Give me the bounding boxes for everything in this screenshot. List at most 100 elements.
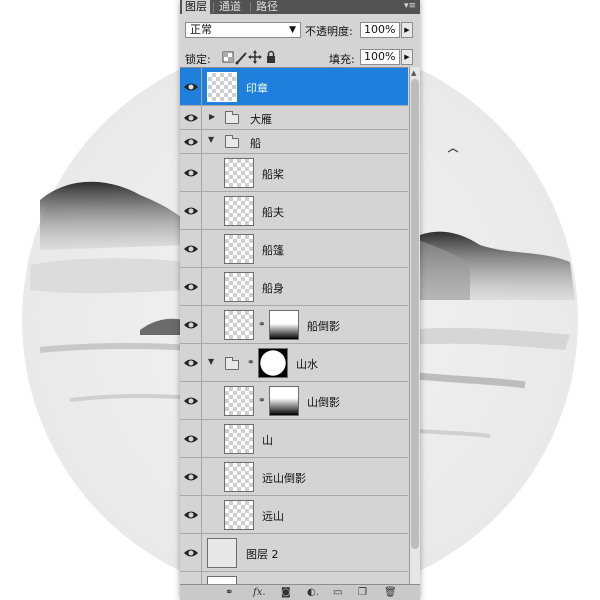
layer-name: 图层 2 <box>246 548 279 561</box>
layers-panel: 图层 通道 路径 ▾≡ 正常 ▼ 不透明度: 100% ▶ 锁定: 填充: 10… <box>180 0 420 600</box>
layer-thumbnail <box>224 424 254 454</box>
layer-row-canopy[interactable]: 船篷 <box>180 230 408 268</box>
eye-icon[interactable] <box>183 242 199 256</box>
layer-thumbnail <box>207 538 237 568</box>
lock-position-icon[interactable] <box>248 50 262 64</box>
layer-name: 山 <box>262 434 273 447</box>
fill-input[interactable]: 100% <box>360 49 400 65</box>
layer-row-boat-reflection[interactable]: ⚭ 船倒影 <box>180 306 408 344</box>
eye-icon[interactable] <box>183 135 199 149</box>
scroll-thumb[interactable] <box>411 79 419 549</box>
fill-label: 填充: <box>329 53 355 66</box>
layer-row-far-mountain[interactable]: 远山 <box>180 496 408 534</box>
mask-link-icon[interactable]: ⚭ <box>258 319 266 331</box>
folder-icon <box>225 111 239 124</box>
add-mask-icon[interactable]: ◙ <box>281 586 291 600</box>
layer-thumbnail <box>224 234 254 264</box>
eye-icon[interactable] <box>183 546 199 560</box>
lock-label: 锁定: <box>185 53 211 66</box>
mask-link-icon[interactable]: ⚭ <box>247 357 255 369</box>
eye-icon[interactable] <box>183 80 199 94</box>
mask-link-icon[interactable]: ⚭ <box>258 395 266 407</box>
eye-icon[interactable] <box>183 394 199 408</box>
collapse-triangle-icon[interactable]: ▼ <box>208 135 214 144</box>
group-name: 大雁 <box>250 113 272 126</box>
expand-triangle-icon[interactable]: ▶ <box>209 112 215 121</box>
layer-name: 远山倒影 <box>262 472 306 485</box>
new-group-icon[interactable]: ▭ <box>333 586 342 600</box>
layer-name: 船夫 <box>262 206 284 219</box>
layer-name: 船身 <box>262 282 284 295</box>
layer-thumbnail <box>224 272 254 302</box>
folder-icon <box>225 135 239 148</box>
opacity-input[interactable]: 100% <box>360 22 400 38</box>
scroll-up-arrow-icon[interactable]: ▲ <box>411 69 416 77</box>
tab-paths[interactable]: 路径 <box>253 0 281 14</box>
layer-group-geese[interactable]: ▶ 大雁 <box>180 106 408 130</box>
new-layer-icon[interactable]: ❐ <box>358 586 367 600</box>
opacity-slider-arrow-icon[interactable]: ▶ <box>401 22 413 38</box>
layer-thumbnail <box>207 72 237 102</box>
layer-row-oar[interactable]: 船桨 <box>180 154 408 192</box>
tab-separator <box>213 2 214 13</box>
layer-row-layer-2[interactable]: 图层 2 <box>180 534 408 572</box>
chevron-down-icon: ▼ <box>289 25 296 35</box>
panel-menu-icon[interactable]: ▾≡ <box>404 0 416 13</box>
layer-list: 印章 ▶ 大雁 ▼ 船 船桨 船夫 船篷 船身 ⚭ 船倒影 ▼ ⚭ 山水 ⚭ 山… <box>180 67 408 588</box>
layer-thumbnail <box>224 158 254 188</box>
folder-icon <box>225 357 239 370</box>
layer-row-boatman[interactable]: 船夫 <box>180 192 408 230</box>
panel-tab-bar: 图层 通道 路径 ▾≡ <box>180 0 420 14</box>
layer-group-landscape[interactable]: ▼ ⚭ 山水 <box>180 344 408 382</box>
group-name: 山水 <box>296 358 318 371</box>
layer-name: 印章 <box>246 82 268 95</box>
layer-name: 远山 <box>262 510 284 523</box>
layer-group-boat[interactable]: ▼ 船 <box>180 130 408 154</box>
tab-channels[interactable]: 通道 <box>216 0 244 14</box>
panel-footer-toolbar: ⚭ fx. ◙ ◐. ▭ ❐ 🗑 <box>180 584 420 600</box>
layer-name: 船篷 <box>262 244 284 257</box>
layer-list-scrollbar[interactable]: ▲ <box>409 67 420 587</box>
layer-row-mountain-reflection[interactable]: ⚭ 山倒影 <box>180 382 408 420</box>
layer-name: 山倒影 <box>307 396 340 409</box>
lock-transparent-pixels-icon[interactable] <box>222 51 234 63</box>
eye-icon[interactable] <box>183 166 199 180</box>
collapse-triangle-icon[interactable]: ▼ <box>208 357 214 366</box>
layer-thumbnail <box>224 310 254 340</box>
eye-icon[interactable] <box>183 111 199 125</box>
group-name: 船 <box>250 137 261 150</box>
fx-icon[interactable]: fx. <box>253 586 266 600</box>
tab-separator <box>250 2 251 13</box>
layer-thumbnail <box>224 462 254 492</box>
eye-icon[interactable] <box>183 432 199 446</box>
delete-icon[interactable]: 🗑 <box>384 586 397 600</box>
adjustment-icon[interactable]: ◐. <box>307 586 319 600</box>
layer-row-hull[interactable]: 船身 <box>180 268 408 306</box>
layer-mask-thumbnail[interactable] <box>269 310 299 340</box>
layer-thumbnail <box>224 386 254 416</box>
lock-options <box>222 50 275 65</box>
blend-mode-select[interactable]: 正常 ▼ <box>185 22 301 38</box>
blend-mode-value: 正常 <box>190 23 212 36</box>
layer-name: 船倒影 <box>307 320 340 333</box>
layer-thumbnail <box>224 196 254 226</box>
tab-layers[interactable]: 图层 <box>182 0 210 14</box>
layer-row-seal[interactable]: 印章 <box>180 68 408 106</box>
fill-slider-arrow-icon[interactable]: ▶ <box>401 49 413 65</box>
layer-mask-thumbnail[interactable] <box>269 386 299 416</box>
lock-all-icon[interactable] <box>267 50 275 64</box>
eye-icon[interactable] <box>183 318 199 332</box>
eye-icon[interactable] <box>183 470 199 484</box>
left-water-band <box>30 258 190 294</box>
eye-icon[interactable] <box>183 508 199 522</box>
opacity-label: 不透明度: <box>305 25 353 38</box>
lock-image-pixels-icon[interactable] <box>235 52 247 65</box>
layer-mask-thumbnail[interactable] <box>258 348 288 378</box>
eye-icon[interactable] <box>183 280 199 294</box>
layer-row-far-mountain-reflection[interactable]: 远山倒影 <box>180 458 408 496</box>
layer-thumbnail <box>224 500 254 530</box>
layer-row-mountain[interactable]: 山 <box>180 420 408 458</box>
eye-icon[interactable] <box>183 356 199 370</box>
eye-icon[interactable] <box>183 204 199 218</box>
link-layers-icon[interactable]: ⚭ <box>225 586 233 600</box>
